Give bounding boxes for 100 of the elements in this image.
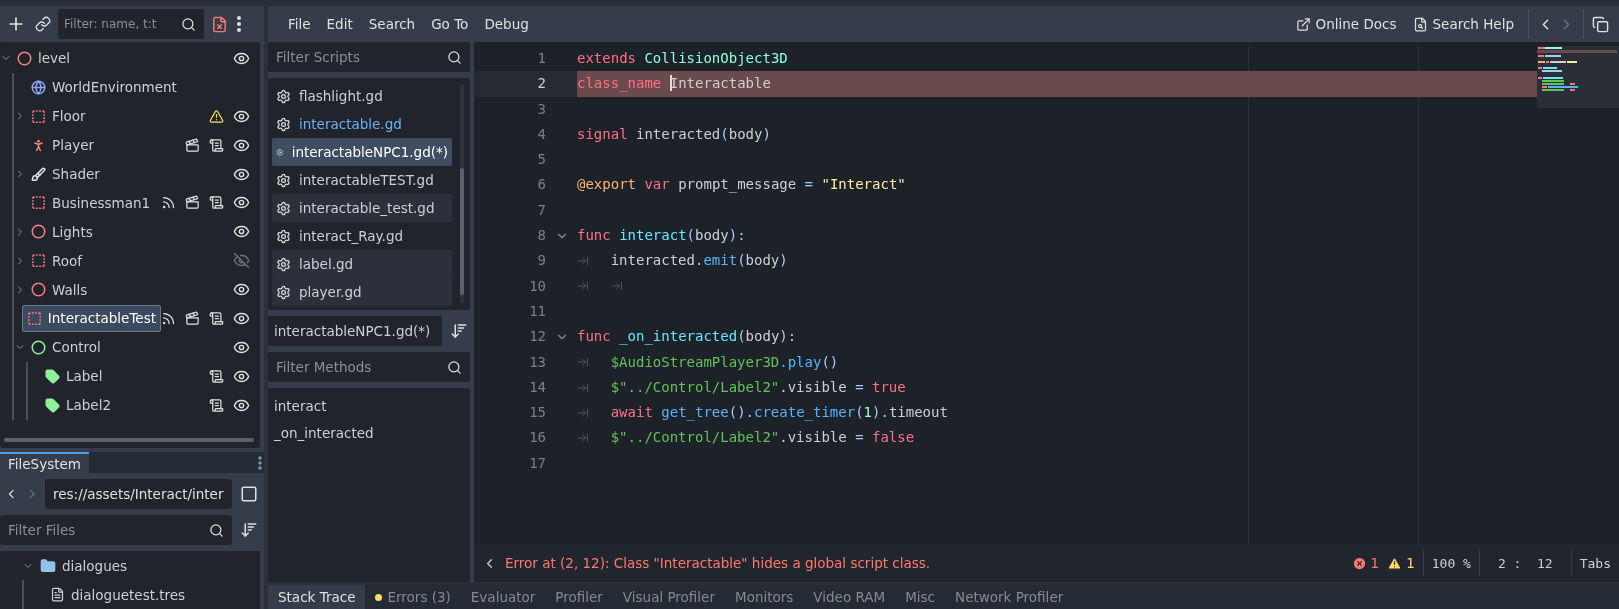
windows-icon: [1592, 15, 1609, 33]
script-item[interactable]: label.gd: [272, 250, 452, 278]
line-number: 2: [536, 74, 546, 94]
clapperboard-icon[interactable]: [185, 310, 200, 326]
tab-marker-icon: [577, 356, 589, 369]
search-icon: [209, 522, 224, 538]
method-item[interactable]: _on_interacted: [274, 419, 464, 446]
line-number: 9: [536, 251, 546, 271]
search-icon: [181, 16, 196, 32]
menu-item[interactable]: Edit: [318, 9, 361, 39]
search-box[interactable]: Filter: name, t:t: [58, 9, 204, 39]
tab-marker-icon: [577, 406, 589, 419]
filter-field[interactable]: Filter: name, t:t: [58, 9, 175, 39]
panel-tab[interactable]: Stack Trace: [268, 585, 366, 609]
script-icon[interactable]: [209, 310, 224, 326]
tree-node[interactable]: Roof: [26, 247, 88, 275]
help-link[interactable]: Online Docs: [1287, 9, 1405, 39]
tree-node[interactable]: Walls: [26, 276, 93, 304]
brush-icon: [31, 166, 46, 182]
script-item[interactable]: interactable.gd: [272, 110, 452, 138]
script-icon[interactable]: [209, 137, 224, 153]
more-menu-button[interactable]: [235, 14, 243, 34]
menu-item[interactable]: Go To: [423, 9, 477, 39]
code-line: await get_tree().create_timer(1).timeout: [610, 403, 948, 423]
panel-tab[interactable]: Profiler: [545, 585, 613, 609]
menu-icon: [237, 16, 241, 32]
line-number: 13: [528, 352, 546, 372]
script-icon[interactable]: [209, 368, 224, 384]
warning-count[interactable]: 1: [1387, 555, 1415, 571]
scrollbar[interactable]: [460, 84, 464, 304]
path-field[interactable]: res://assets/Interact/inter: [45, 479, 232, 510]
script-item[interactable]: interact_Ray.gd: [272, 222, 452, 250]
script-item[interactable]: interactableTEST.gd: [272, 166, 452, 194]
panel-tab[interactable]: Video RAM: [803, 585, 896, 609]
tree-node[interactable]: level: [12, 44, 76, 72]
signal-icon[interactable]: [161, 195, 176, 211]
link-button[interactable]: [33, 14, 53, 34]
help-link[interactable]: Search Help: [1404, 9, 1522, 39]
code-line: $AudioStreamPlayer3D.play(): [610, 352, 839, 372]
line-number: 4: [536, 124, 546, 144]
search-icon: [447, 359, 462, 375]
panel-tab[interactable]: Visual Profiler: [612, 585, 725, 609]
method-item[interactable]: interact: [274, 392, 464, 419]
clapperboard-icon[interactable]: [185, 137, 200, 153]
tree-node[interactable]: WorldEnvironment: [26, 73, 182, 101]
tab-marker-icon: [577, 255, 589, 267]
menu-item[interactable]: Debug: [476, 9, 537, 39]
scrollbar[interactable]: [4, 438, 254, 442]
dashed-square-icon: [31, 253, 46, 269]
script-item[interactable]: interactableNPC1.gd(*): [272, 138, 452, 166]
folder-icon: [40, 557, 56, 574]
code-line: $"../Control/Label2".visible = true: [610, 377, 906, 397]
clapperboard-icon[interactable]: [185, 195, 200, 211]
node-circle-icon: [17, 50, 32, 66]
file-name[interactable]: dialogues: [62, 557, 128, 574]
dashed-square-icon: [31, 195, 46, 211]
sort-icon: [450, 322, 468, 340]
eye-closed-icon[interactable]: [233, 252, 250, 270]
line-number: 1: [536, 49, 546, 68]
tag-icon: [45, 368, 60, 384]
file-name[interactable]: dialoguetest.tres: [71, 586, 186, 603]
error-count[interactable]: 1: [1351, 555, 1380, 571]
panel-tab[interactable]: Network Profiler: [945, 585, 1074, 609]
tree-node[interactable]: Lights: [26, 218, 98, 246]
code-line: extends CollisionObject3D: [577, 49, 788, 68]
script-icon[interactable]: [209, 397, 224, 413]
panel-tab[interactable]: Evaluator: [460, 585, 546, 609]
tree-node[interactable]: InteractableTest: [21, 304, 161, 332]
line-number: 14: [528, 377, 546, 397]
minimap[interactable]: [1537, 46, 1619, 108]
script-item[interactable]: player.gd: [272, 278, 452, 306]
tree-node[interactable]: Businessman1: [26, 189, 156, 217]
line-number: 8: [536, 226, 546, 246]
panel-tab[interactable]: Misc: [895, 585, 946, 609]
tab-marker-icon: [610, 280, 623, 293]
script-icon[interactable]: [209, 195, 224, 211]
menu-item[interactable]: Search: [360, 9, 424, 39]
signal-icon[interactable]: [161, 310, 176, 326]
line-number: 5: [536, 150, 546, 170]
tree-node[interactable]: Floor: [26, 102, 91, 130]
tree-node[interactable]: Label2: [40, 391, 116, 419]
tree-node[interactable]: Player: [26, 131, 99, 159]
sort-icon: [240, 521, 258, 540]
tree-node[interactable]: Label: [40, 362, 108, 390]
script-item[interactable]: interactable_test.gd: [272, 194, 452, 222]
script-item[interactable]: flashlight.gd: [272, 82, 452, 110]
warning-icon[interactable]: [209, 108, 224, 124]
gear-icon: [276, 88, 291, 104]
panel-tab[interactable]: Errors (3): [365, 585, 461, 609]
figure-icon: [31, 137, 46, 153]
zoom-level[interactable]: 100 %: [1431, 555, 1471, 571]
tree-node[interactable]: Shader: [26, 160, 105, 188]
tree-node[interactable]: Control: [26, 333, 106, 361]
dock-tab[interactable]: FileSystem: [0, 452, 89, 474]
menu-item[interactable]: File: [280, 9, 319, 39]
panel-tab[interactable]: Monitors: [725, 585, 804, 609]
globe-icon: [31, 79, 46, 95]
indentation-mode[interactable]: Tabs: [1579, 555, 1611, 571]
dashed-square-icon: [26, 310, 42, 326]
gear-icon: [276, 284, 291, 300]
